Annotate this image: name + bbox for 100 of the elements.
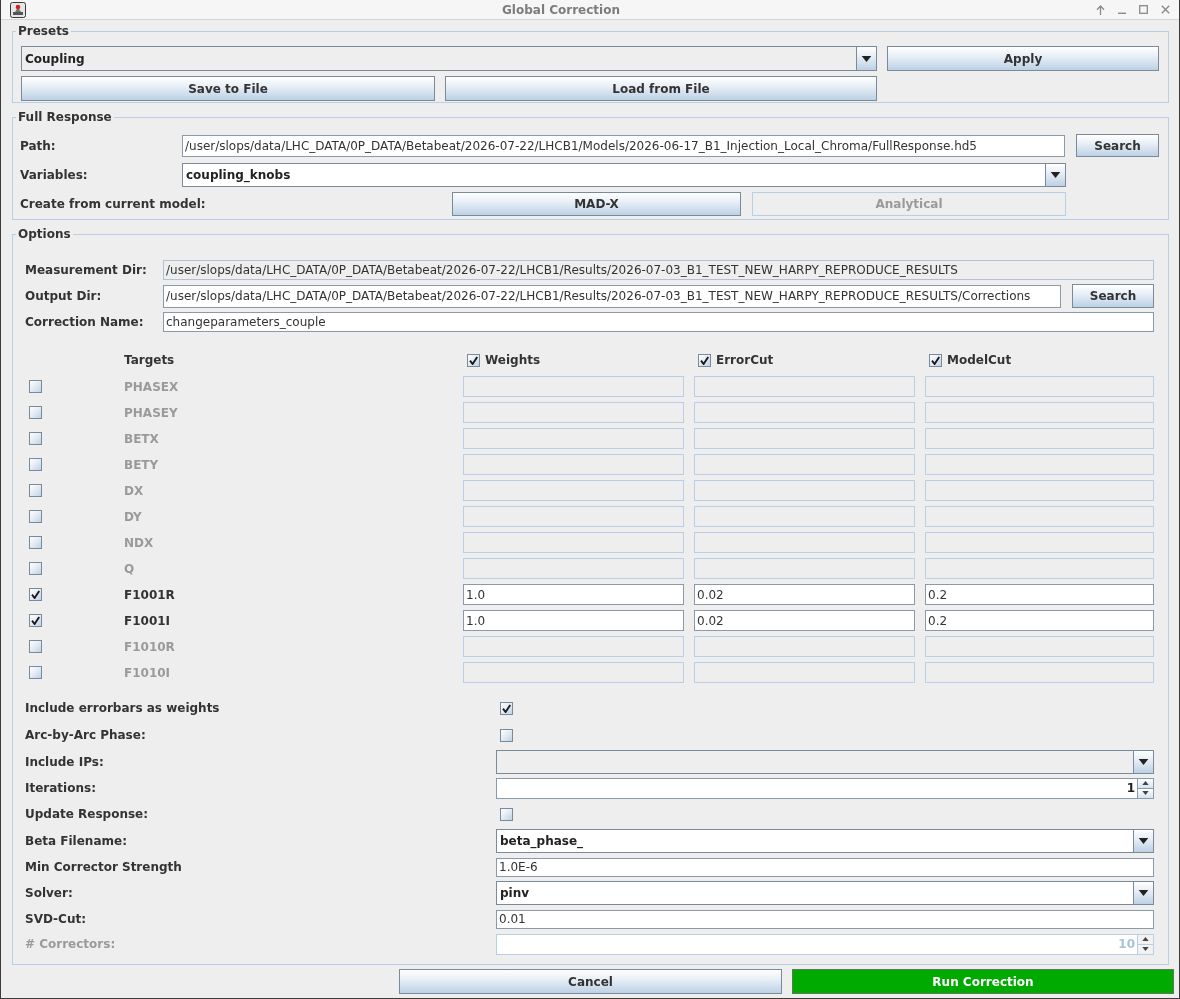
checkbox[interactable] — [500, 807, 513, 821]
arrow-up-icon[interactable] — [1096, 4, 1105, 15]
input-field[interactable]: 0.02 — [694, 610, 915, 631]
checkbox[interactable] — [29, 588, 42, 601]
input-field[interactable]: /user/slops/data/LHC_DATA/0P_DATA/Betabeat/2026-07-22/LHCB1/Results/2026-07-03_B1_TEST_NEW_HARPY_REPRODUCE_RESULTS — [163, 260, 1154, 280]
input-field[interactable]: 0.02 — [694, 584, 915, 605]
input-field[interactable] — [463, 480, 684, 501]
field-label: Measurement Dir: — [25, 263, 148, 277]
input-field[interactable] — [694, 662, 915, 683]
field-label: Path: — [20, 138, 57, 153]
target-name: PHASEY — [124, 405, 178, 420]
input-field[interactable]: 1.0 — [463, 584, 684, 605]
column-header: Weights — [485, 353, 541, 367]
input-field[interactable] — [925, 532, 1154, 553]
search-button[interactable]: Search — [1072, 284, 1154, 308]
input-field[interactable] — [463, 428, 684, 449]
input-field[interactable] — [694, 480, 915, 501]
input-field[interactable] — [925, 454, 1154, 475]
checkbox[interactable] — [29, 458, 42, 471]
input-field[interactable] — [925, 376, 1154, 397]
checkbox[interactable] — [29, 406, 42, 419]
input-field[interactable]: changeparameters_couple — [163, 312, 1154, 332]
input-field[interactable] — [694, 454, 915, 475]
input-field[interactable] — [694, 532, 915, 553]
dropdown[interactable]: coupling_knobs — [182, 163, 1066, 187]
checkbox[interactable] — [29, 536, 42, 549]
input-field[interactable]: 0.2 — [925, 584, 1154, 605]
checkbox[interactable] — [929, 353, 942, 367]
checkbox[interactable] — [29, 432, 42, 445]
input-field[interactable] — [463, 402, 684, 423]
column-header: ErrorCut — [716, 353, 774, 367]
checkbox[interactable] — [29, 666, 42, 679]
input-field[interactable]: 0.2 — [925, 610, 1154, 631]
setting-label: Arc-by-Arc Phase: — [25, 728, 146, 742]
input-field[interactable] — [463, 454, 684, 475]
caret-down-icon[interactable] — [1133, 751, 1153, 773]
target-name: F1010I — [124, 665, 171, 680]
setting-label: Iterations: — [25, 781, 96, 795]
checkbox[interactable] — [29, 484, 42, 497]
input-field[interactable]: 1.0E-6 — [496, 857, 1154, 877]
checkbox[interactable] — [29, 640, 42, 653]
target-name: BETX — [124, 431, 159, 446]
dropdown[interactable]: Coupling — [21, 46, 877, 71]
model-button[interactable]: MAD-X — [452, 192, 741, 216]
checkbox[interactable] — [467, 353, 480, 367]
setting-label: SVD-Cut: — [25, 912, 86, 926]
input-field[interactable]: 1.0 — [463, 610, 684, 631]
save-button[interactable]: Save to File — [21, 76, 435, 101]
cancel-button[interactable]: Cancel — [399, 969, 782, 994]
input-field[interactable] — [925, 480, 1154, 501]
number-spinner[interactable]: 1 — [496, 777, 1154, 799]
input-field[interactable] — [463, 376, 684, 397]
checkmark-icon — [502, 703, 511, 713]
input-field[interactable]: /user/slops/data/LHC_DATA/0P_DATA/Betabeat/2026-07-22/LHCB1/Results/2026-07-03_B1_TEST_NEW_HARPY_REPRODUCE_RESULTS/Corrections — [163, 284, 1061, 308]
target-name: Q — [124, 561, 135, 576]
input-field[interactable] — [925, 428, 1154, 449]
caret-down-icon[interactable] — [1045, 164, 1065, 186]
setting-label: Solver: — [25, 886, 73, 900]
caret-down-icon[interactable] — [856, 47, 876, 70]
close-icon[interactable] — [1161, 5, 1170, 14]
input-field[interactable] — [694, 428, 915, 449]
checkbox[interactable] — [500, 701, 513, 715]
input-field[interactable] — [463, 662, 684, 683]
checkbox[interactable] — [698, 353, 711, 367]
input-field[interactable] — [463, 506, 684, 527]
checkbox[interactable] — [29, 510, 42, 523]
input-field[interactable] — [925, 636, 1154, 657]
input-field[interactable] — [694, 402, 915, 423]
input-field[interactable] — [925, 558, 1154, 579]
input-field[interactable] — [694, 636, 915, 657]
input-field[interactable] — [925, 506, 1154, 527]
maximize-icon[interactable] — [1139, 5, 1148, 14]
checkmark-icon — [31, 616, 40, 625]
checkbox[interactable] — [29, 562, 42, 575]
input-field[interactable] — [463, 636, 684, 657]
input-field[interactable]: 0.01 — [496, 909, 1154, 929]
caret-down-icon[interactable] — [1138, 788, 1153, 798]
target-name: DX — [124, 483, 144, 498]
checkbox[interactable] — [29, 614, 42, 627]
caret-down-icon[interactable] — [1133, 830, 1153, 852]
checkbox[interactable] — [500, 728, 513, 742]
section-title: Presets — [17, 24, 70, 39]
caret-down-icon[interactable] — [1133, 882, 1153, 904]
dropdown[interactable]: beta_phase_ — [496, 829, 1154, 853]
target-name: F1010R — [124, 639, 175, 654]
search-button[interactable]: Search — [1076, 134, 1159, 157]
input-field[interactable] — [694, 506, 915, 527]
input-field[interactable] — [925, 662, 1154, 683]
caret-up-icon[interactable] — [1138, 778, 1153, 789]
input-field[interactable] — [694, 558, 915, 579]
checkbox[interactable] — [29, 380, 42, 393]
input-field[interactable] — [925, 402, 1154, 423]
load-button[interactable]: Load from File — [445, 76, 877, 101]
input-field[interactable]: /user/slops/data/LHC_DATA/0P_DATA/Betabeat/2026-07-22/LHCB1/Models/2026-06-17_B1_Injection_Local_Chroma/FullResponse.hd5 — [182, 134, 1065, 157]
setting-label: # Correctors: — [25, 937, 116, 951]
input-field[interactable] — [463, 558, 684, 579]
dropdown[interactable]: pinv — [496, 881, 1154, 905]
apply-button[interactable]: Apply — [887, 46, 1159, 71]
input-field[interactable] — [463, 532, 684, 553]
input-field[interactable] — [694, 376, 915, 397]
